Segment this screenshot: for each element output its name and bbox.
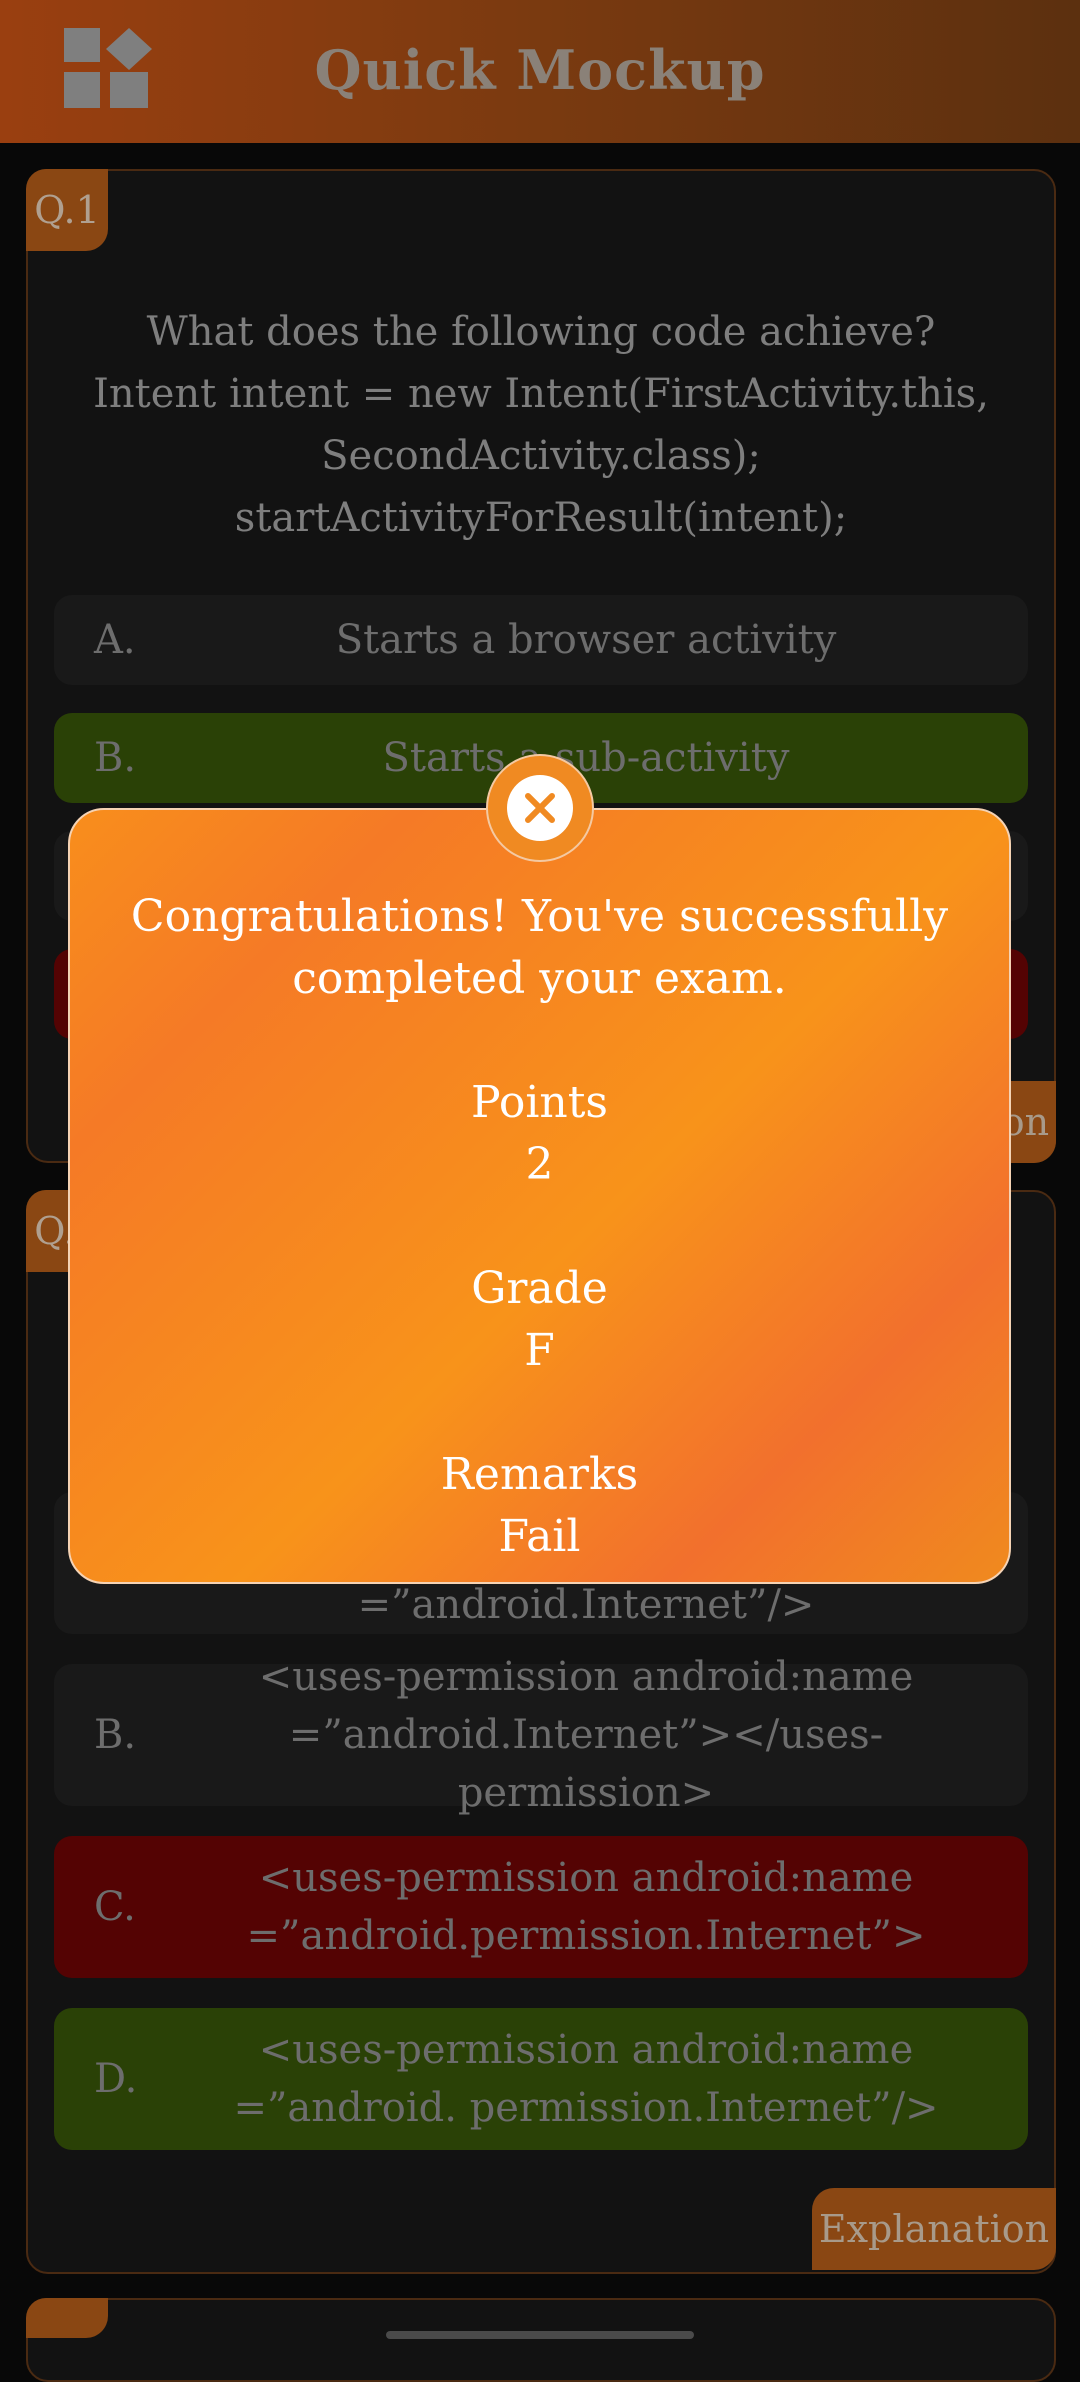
remarks-value: Fail xyxy=(498,1511,581,1562)
option-b[interactable]: B. <uses-permission android:name =”andro… xyxy=(54,1654,1028,1816)
option-text: <uses-permission android:name =”android.… xyxy=(233,2027,939,2131)
app-title: Quick Mockup xyxy=(314,38,766,102)
option-letter: A. xyxy=(94,617,136,663)
option-text: <uses-permission android:name =”android.… xyxy=(258,1654,914,1816)
home-indicator[interactable] xyxy=(386,2331,694,2339)
question-text: What does the following code achieve? In… xyxy=(93,309,989,541)
grade-value: F xyxy=(524,1325,555,1376)
congratulations-message: Congratulations! You've successfully com… xyxy=(130,891,949,1004)
question-number-badge: Q.1 xyxy=(26,169,108,251)
result-dialog: Congratulations! You've successfully com… xyxy=(68,808,1011,1584)
points-label: Points xyxy=(471,1077,608,1128)
question-card xyxy=(26,2298,1056,2382)
option-d[interactable]: D. <uses-permission android:name =”andro… xyxy=(54,2008,1028,2150)
option-text: Starts a sub-activity xyxy=(382,735,790,781)
option-letter: C. xyxy=(94,1884,136,1930)
remarks-label: Remarks xyxy=(440,1449,639,1500)
option-a[interactable]: A. Starts a browser activity xyxy=(54,595,1028,685)
option-text: <uses-permission android:name =”android.… xyxy=(246,1855,926,1959)
question-number-badge xyxy=(26,2298,108,2338)
option-letter: B. xyxy=(94,735,137,781)
grade-label: Grade xyxy=(471,1263,608,1314)
close-dialog-button[interactable] xyxy=(486,754,594,862)
option-letter: B. xyxy=(94,1712,137,1758)
app-bar: Quick Mockup xyxy=(0,0,1080,143)
option-c[interactable]: C. <uses-permission android:name =”andro… xyxy=(54,1836,1028,1978)
explanation-button[interactable]: Explanation xyxy=(812,2188,1056,2270)
close-icon xyxy=(525,793,555,823)
option-text: =”android.Internet”/> xyxy=(357,1582,815,1628)
points-value: 2 xyxy=(525,1139,554,1190)
option-letter: D. xyxy=(94,2056,138,2102)
option-text: Starts a browser activity xyxy=(335,617,837,663)
